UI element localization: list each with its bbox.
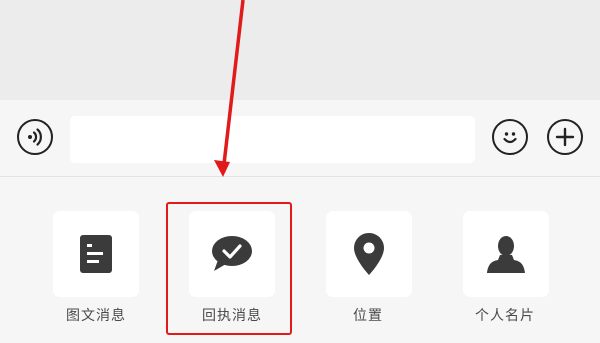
attachment-panel: 图文消息 回执消息 位置 个人名片 xyxy=(0,177,600,343)
annotation-highlight-box xyxy=(166,202,292,335)
message-input[interactable] xyxy=(70,116,475,163)
document-icon xyxy=(80,235,112,273)
location-pin-icon xyxy=(354,233,384,275)
chat-history-area xyxy=(0,0,600,100)
emoji-button[interactable] xyxy=(492,119,528,155)
panel-item-rich-message[interactable] xyxy=(53,211,139,297)
panel-item-label: 图文消息 xyxy=(66,308,126,324)
plus-icon xyxy=(555,127,575,147)
panel-item-contact-card[interactable] xyxy=(463,211,549,297)
smiley-icon xyxy=(503,132,517,144)
voice-wave-icon xyxy=(28,128,42,146)
more-options-button[interactable] xyxy=(547,119,583,155)
chat-input-bar xyxy=(0,100,600,176)
person-icon xyxy=(487,236,525,273)
panel-item-location[interactable] xyxy=(326,211,412,297)
panel-item-label: 个人名片 xyxy=(475,308,535,324)
voice-button[interactable] xyxy=(17,119,53,155)
panel-item-label: 位置 xyxy=(353,308,383,324)
